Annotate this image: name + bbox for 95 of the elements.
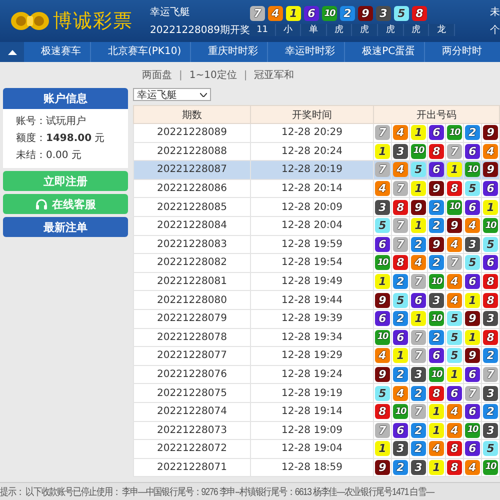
- time-cell: 12-28 19:14: [250, 402, 374, 421]
- issue-cell: 20221228072: [134, 440, 250, 458]
- nav-item[interactable]: 北京赛车(PK10): [91, 42, 192, 62]
- field-value: 试玩用户: [46, 114, 86, 128]
- chevron-down-icon: [200, 92, 207, 96]
- field-value: 1498.00 元: [46, 132, 105, 145]
- time-cell: 12-28 18:59: [250, 458, 374, 477]
- stat-cell: 虎: [352, 24, 378, 36]
- field-label: 账号：: [16, 114, 46, 128]
- user-text: 个: [490, 24, 500, 37]
- table-row[interactable]: 20221228081 12-28 19:49 1 2 7 10 4 6 8: [134, 272, 500, 291]
- nav-item[interactable]: 极速赛车: [24, 42, 91, 62]
- game-select[interactable]: 幸运飞艇: [133, 88, 211, 101]
- subnav-link[interactable]: 1~10定位: [189, 68, 237, 82]
- stat-cell: 单: [301, 24, 327, 36]
- column-header: 开出号码: [374, 106, 500, 124]
- latest-orders-button[interactable]: 最新注单: [3, 217, 128, 237]
- time-cell: 12-28 20:09: [250, 198, 374, 216]
- issue-cell: 20221228077: [134, 346, 250, 366]
- nav-item[interactable]: 重庆时时彩: [191, 42, 268, 62]
- column-header: 期数: [134, 106, 250, 124]
- stat-cell: 11: [250, 24, 276, 36]
- table-row[interactable]: 20221228086 12-28 20:14 4 7 1 9 8 5 6: [134, 179, 500, 198]
- time-cell: 12-28 19:24: [250, 365, 374, 384]
- table-row[interactable]: 20221228084 12-28 20:04 5 7 1 2 9 4 10: [134, 216, 500, 236]
- notice-text: 提示： 以下收款账号已停止使用： 李申—中国银行尾号：9276 李申--村镇银行尾号：6613 杨李佳—农业银行尾号1471 白雪—: [0, 486, 434, 498]
- nav-item[interactable]: 极速PC蛋蛋: [345, 42, 426, 62]
- game-name: 幸运飞艇: [150, 6, 191, 19]
- issue-cell: 20221228084: [134, 216, 250, 236]
- stat-cell: 小: [276, 24, 302, 36]
- stat-cell: 虎: [404, 24, 430, 36]
- table-row[interactable]: 20221228079 12-28 19:39 6 2 1 10 5 9 3: [134, 309, 500, 328]
- issue-cell: 20221228083: [134, 235, 250, 254]
- table-row[interactable]: 20221228085 12-28 20:09 3 8 9 2 10 6 1: [134, 198, 500, 216]
- nav-item[interactable]: 幸运时时彩: [268, 42, 346, 62]
- separator-text: |: [179, 70, 182, 80]
- subnav-link[interactable]: 两面盘: [142, 68, 172, 82]
- issue-cell: 20221228073: [134, 421, 250, 440]
- logo-text[interactable]: 博诚彩票: [53, 8, 133, 34]
- time-cell: 12-28 19:54: [250, 254, 374, 272]
- stat-cell: 虎: [378, 24, 404, 36]
- time-cell: 12-28 20:19: [250, 160, 374, 180]
- field-label: 额度：: [16, 132, 46, 145]
- time-cell: 12-28 19:49: [250, 272, 374, 291]
- time-cell: 12-28 19:04: [250, 440, 374, 458]
- table-row[interactable]: 20221228083 12-28 19:59 6 7 2 9 4 3 5: [134, 235, 500, 254]
- column-header: 开奖时间: [250, 106, 374, 124]
- field-value: 0.00 元: [46, 149, 82, 162]
- issue-cell: 20221228085: [134, 198, 250, 216]
- table-row[interactable]: 20221228077 12-28 19:29 4 1 7 6 5 9 2: [134, 346, 500, 366]
- time-cell: 12-28 20:14: [250, 179, 374, 198]
- stat-cell: 虎: [326, 24, 352, 36]
- stat-cell: 龙: [429, 24, 455, 36]
- table-row[interactable]: 20221228078 12-28 19:34 10 6 7 2 5 1 8: [134, 328, 500, 347]
- issue-text: 20221228089期开奖: [150, 24, 250, 37]
- issue-cell: 20221228076: [134, 365, 250, 384]
- table-row[interactable]: 20221228087 12-28 20:19 7 4 5 6 1 10 9: [134, 160, 500, 180]
- headset-icon: [35, 198, 48, 210]
- issue-cell: 20221228078: [134, 328, 250, 347]
- table-row[interactable]: 20221228071 12-28 18:59 9 2 3 1 8 4 10: [134, 458, 500, 477]
- separator-text: |: [244, 70, 248, 80]
- nav-item[interactable]: 两分时时: [425, 42, 492, 62]
- time-cell: 12-28 20:04: [250, 216, 374, 236]
- issue-cell: 20221228087: [134, 160, 250, 180]
- issue-cell: 20221228086: [134, 179, 250, 198]
- table-row[interactable]: 20221228089 12-28 20:29 7 4 1 6 10 2 9: [134, 124, 500, 142]
- time-cell: 12-28 19:34: [250, 328, 374, 347]
- time-cell: 12-28 19:59: [250, 235, 374, 254]
- field-label: 未结：: [16, 148, 46, 162]
- panel-title: 账户信息: [3, 88, 128, 109]
- table-row[interactable]: 20221228072 12-28 19:04 1 3 2 4 8 6 5: [134, 440, 500, 458]
- issue-cell: 20221228080: [134, 290, 250, 310]
- time-cell: 12-28 19:39: [250, 309, 374, 328]
- issue-cell: 20221228074: [134, 402, 250, 421]
- logo-emblem-icon: [10, 10, 50, 32]
- collapse-icon[interactable]: [8, 50, 16, 54]
- user-text: 未: [490, 6, 500, 19]
- time-cell: 12-28 19:29: [250, 346, 374, 366]
- issue-cell: 20221228071: [134, 458, 250, 477]
- issue-cell: 20221228079: [134, 309, 250, 328]
- table-row[interactable]: 20221228076 12-28 19:24 9 2 3 10 1 6 7: [134, 365, 500, 384]
- table-row[interactable]: 20221228073 12-28 19:09 7 6 2 1 4 10 3: [134, 421, 500, 440]
- time-cell: 12-28 19:09: [250, 421, 374, 440]
- issue-cell: 20221228089: [134, 124, 250, 142]
- time-cell: 12-28 19:44: [250, 290, 374, 310]
- table-row[interactable]: 20221228082 12-28 19:54 10 8 4 2 7 5 6: [134, 254, 500, 272]
- table-row[interactable]: 20221228080 12-28 19:44 9 5 6 3 4 1 8: [134, 290, 500, 310]
- issue-cell: 20221228075: [134, 384, 250, 402]
- issue-cell: 20221228081: [134, 272, 250, 291]
- subnav-link[interactable]: 冠亚军和: [254, 68, 294, 82]
- time-cell: 12-28 20:29: [250, 124, 374, 142]
- table-row[interactable]: 20221228074 12-28 19:14 8 10 7 1 4 6 2: [134, 402, 500, 421]
- time-cell: 12-28 19:19: [250, 384, 374, 402]
- issue-cell: 20221228082: [134, 254, 250, 272]
- table-row[interactable]: 20221228075 12-28 19:19 5 4 2 8 6 7 3: [134, 384, 500, 402]
